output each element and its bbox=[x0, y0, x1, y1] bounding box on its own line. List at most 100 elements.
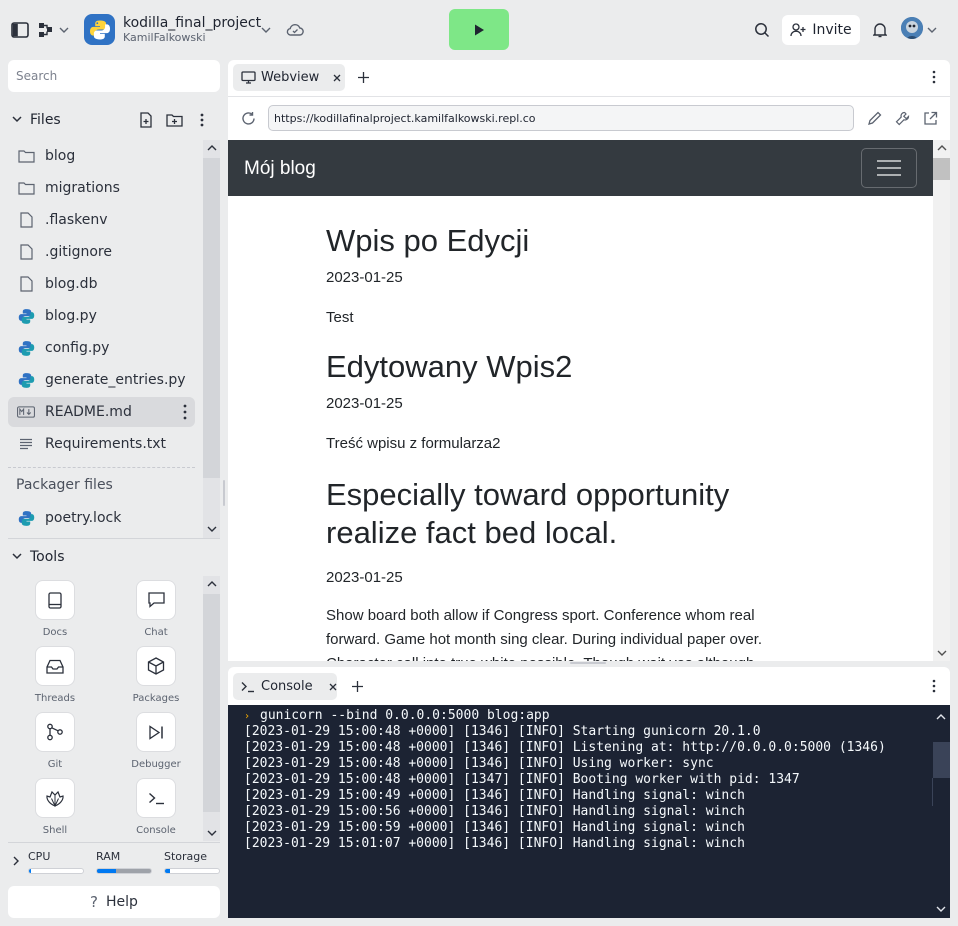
divider bbox=[8, 467, 195, 468]
tool-shell[interactable]: Shell bbox=[15, 779, 95, 836]
pane-resize-handle[interactable] bbox=[570, 662, 606, 664]
sidebar-resize-handle[interactable] bbox=[223, 480, 225, 506]
console-line: [2023-01-29 15:00:48 +0000] [1346] [INFO… bbox=[244, 756, 714, 771]
storage-meter: Storage bbox=[164, 850, 220, 874]
resource-bar bbox=[96, 868, 152, 874]
console-line: [2023-01-29 15:00:48 +0000] [1346] [INFO… bbox=[244, 724, 761, 739]
book-icon bbox=[36, 581, 74, 619]
console-scrollbar-thumb[interactable] bbox=[933, 742, 950, 778]
scroll-down-icon[interactable] bbox=[933, 646, 950, 660]
close-icon[interactable] bbox=[333, 74, 341, 82]
tool-git[interactable]: Git bbox=[15, 713, 95, 770]
avatar-chevron-icon[interactable] bbox=[925, 22, 939, 38]
play-icon bbox=[475, 24, 484, 35]
scroll-up-icon[interactable] bbox=[203, 140, 220, 156]
top-bar: kodilla_final_project KamilFalkowski Inv… bbox=[0, 0, 958, 60]
post-title[interactable]: Wpis po Edycji bbox=[326, 222, 806, 260]
new-file-icon[interactable] bbox=[137, 110, 155, 130]
layout-menu-icon[interactable] bbox=[38, 20, 70, 40]
bell-icon[interactable] bbox=[870, 20, 890, 40]
tools-section-header[interactable]: Tools bbox=[8, 548, 158, 566]
debugger-icon bbox=[137, 713, 175, 751]
file-name: config.py bbox=[45, 340, 110, 356]
file-item-generate-entries-py[interactable]: generate_entries.py bbox=[8, 365, 195, 395]
tool-chat[interactable]: Chat bbox=[116, 581, 196, 638]
scroll-up-icon[interactable] bbox=[933, 141, 950, 155]
shell-icon bbox=[36, 779, 74, 817]
python-icon bbox=[17, 307, 35, 325]
tab-console[interactable]: Console bbox=[233, 673, 337, 700]
file-name: generate_entries.py bbox=[45, 372, 186, 388]
close-icon[interactable] bbox=[329, 683, 337, 691]
terminal-icon bbox=[137, 779, 175, 817]
navbar-toggler-button[interactable] bbox=[861, 148, 917, 188]
tool-label: Packages bbox=[132, 693, 180, 704]
file-item-config-py[interactable]: config.py bbox=[8, 333, 195, 363]
file-icon bbox=[17, 211, 35, 229]
file-item-readme-md[interactable]: README.md bbox=[8, 397, 195, 427]
devtools-wrench-icon[interactable] bbox=[893, 109, 911, 127]
pane-menu-icon[interactable] bbox=[926, 678, 942, 694]
tool-console[interactable]: Console bbox=[116, 779, 196, 836]
scroll-up-icon[interactable] bbox=[934, 711, 948, 723]
resource-bar bbox=[28, 868, 84, 874]
refresh-icon[interactable] bbox=[239, 109, 257, 127]
scroll-up-icon[interactable] bbox=[203, 576, 220, 592]
post-title[interactable]: Edytowany Wpis2 bbox=[326, 348, 806, 386]
files-menu-icon[interactable] bbox=[194, 110, 210, 130]
tool-label: Console bbox=[136, 825, 176, 836]
console-scrollbar-track bbox=[932, 778, 933, 806]
cloud-sync-icon[interactable] bbox=[285, 20, 305, 40]
chevron-right-icon[interactable] bbox=[8, 853, 24, 869]
new-folder-icon[interactable] bbox=[164, 110, 184, 130]
scroll-down-icon[interactable] bbox=[934, 903, 948, 915]
webview-scrollbar-thumb[interactable] bbox=[933, 158, 950, 180]
tool-packages[interactable]: Packages bbox=[116, 647, 196, 704]
url-input[interactable]: https://kodillafinalproject.kamilfalkows… bbox=[268, 105, 854, 131]
tab-webview[interactable]: Webview bbox=[233, 64, 345, 91]
file-item-blog-py[interactable]: blog.py bbox=[8, 301, 195, 331]
file-menu-icon[interactable] bbox=[183, 404, 187, 420]
blog-brand[interactable]: Mój blog bbox=[244, 158, 316, 180]
edit-icon[interactable] bbox=[865, 109, 883, 127]
add-tab-icon[interactable] bbox=[355, 69, 371, 85]
search-icon[interactable] bbox=[752, 20, 772, 40]
chevron-down-icon bbox=[12, 116, 22, 123]
search-input[interactable]: Search bbox=[8, 60, 220, 92]
tools-scrollbar-thumb[interactable] bbox=[203, 594, 220, 812]
pane-menu-icon[interactable] bbox=[926, 69, 942, 85]
file-item-flaskenv[interactable]: .flaskenv bbox=[8, 205, 195, 235]
scroll-down-icon[interactable] bbox=[203, 521, 220, 537]
avatar[interactable] bbox=[901, 17, 923, 39]
file-item-gitignore[interactable]: .gitignore bbox=[8, 237, 195, 267]
file-item-migrations[interactable]: migrations bbox=[8, 173, 195, 203]
tool-docs[interactable]: Docs bbox=[15, 581, 95, 638]
file-item-blog-db[interactable]: blog.db bbox=[8, 269, 195, 299]
add-tab-icon[interactable] bbox=[349, 678, 365, 694]
post-body: Test bbox=[326, 309, 354, 326]
scroll-down-icon[interactable] bbox=[203, 825, 220, 841]
post-title[interactable]: Especially toward opportunity realize fa… bbox=[326, 476, 806, 552]
file-item-blog[interactable]: blog bbox=[8, 141, 195, 171]
tool-debugger[interactable]: Debugger bbox=[116, 713, 196, 770]
chevron-down-icon[interactable] bbox=[258, 22, 274, 38]
help-button[interactable]: ? Help bbox=[8, 886, 220, 918]
invite-label: Invite bbox=[812, 22, 852, 38]
markdown-icon bbox=[17, 403, 35, 421]
sidebar-toggle-icon[interactable] bbox=[10, 20, 30, 40]
project-title[interactable]: kodilla_final_project bbox=[123, 15, 261, 31]
webview-scrollbar[interactable] bbox=[933, 140, 950, 661]
tool-threads[interactable]: Threads bbox=[15, 647, 95, 704]
tools-title: Tools bbox=[30, 549, 65, 565]
console-line: [2023-01-29 15:01:07 +0000] [1346] [INFO… bbox=[244, 836, 745, 851]
files-scrollbar-thumb[interactable] bbox=[203, 158, 220, 478]
file-item-poetry-lock[interactable]: poetry.lock bbox=[8, 503, 195, 533]
files-section-header[interactable]: Files bbox=[8, 110, 220, 130]
run-button[interactable] bbox=[449, 9, 509, 50]
file-name: README.md bbox=[45, 404, 132, 420]
tool-label: Shell bbox=[42, 825, 68, 836]
tool-label: Docs bbox=[42, 627, 68, 638]
invite-button[interactable]: Invite bbox=[782, 15, 860, 45]
open-external-icon[interactable] bbox=[921, 109, 939, 127]
file-item-requirements-txt[interactable]: Requirements.txt bbox=[8, 429, 195, 459]
